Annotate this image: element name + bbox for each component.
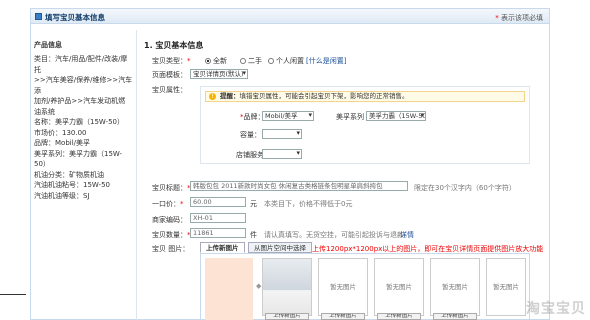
watermark: 淘宝宝贝	[526, 301, 586, 317]
radio-icon	[268, 58, 274, 64]
qty-label: 宝贝数量：*	[152, 231, 191, 239]
qty-input[interactable]: 11861	[190, 228, 246, 238]
sidebar-line: 名称：美孚力霸（15W-50）	[34, 118, 124, 126]
radio-icon	[240, 58, 246, 64]
product-info-sidebar: 产品信息 类目：汽车/用品/配件/改装/摩托 >>汽车美容/保养/维修>>汽车添…	[34, 40, 134, 201]
upload-button[interactable]: 上传新图片	[321, 313, 365, 320]
type-radio-used[interactable]: 二手	[240, 56, 262, 66]
image-thumb-2[interactable]: 暂无图片	[318, 258, 368, 316]
store-service-select[interactable]	[262, 149, 302, 159]
template-select[interactable]: 宝贝详情页(默认)	[190, 69, 248, 79]
series-label: 美孚系列	[336, 113, 364, 121]
qty-detail-link[interactable]: 详情	[400, 230, 414, 240]
type-radio-idle[interactable]: 个人闲置	[268, 56, 304, 66]
tab-upload-new[interactable]: 上传新图片	[200, 242, 245, 253]
edit-icon	[35, 13, 42, 20]
image-thumb-4[interactable]: 暂无图片	[430, 258, 480, 316]
series-select[interactable]: 美孚力霸（15W-50）	[366, 111, 426, 121]
main-image-preview	[205, 258, 253, 320]
capacity-select[interactable]	[262, 129, 302, 139]
price-input[interactable]: 60.00	[190, 197, 246, 207]
qty-hint: 请认真填写。无货空挂，可能引起投诉与退款。	[264, 231, 411, 239]
attr-tip: ! 提醒：填错宝贝属性，可能会引起宝贝下架，影响您的正常销售。	[205, 91, 525, 102]
title-input[interactable]: 韩版包包 2011新款时尚女包 休闲复古类格链条包明星单肩斜挎包	[190, 181, 408, 191]
title-label: 宝贝标题：*	[152, 184, 191, 192]
arrow-icon: ◆	[256, 282, 262, 290]
sidebar-line: 机油分类：矿物质机油	[34, 170, 104, 179]
sidebar-heading: 产品信息	[34, 41, 62, 49]
attr-label: 宝贝属性：	[152, 86, 187, 94]
template-label: 页面模板：	[152, 71, 187, 79]
image-thumb-1[interactable]	[262, 258, 312, 316]
required-note: * 表示该项必填	[495, 14, 543, 22]
sidebar-line: >>汽车美容/保养/维修>>汽车添	[34, 76, 133, 95]
divider	[136, 30, 137, 320]
price-unit: 元	[250, 200, 257, 208]
code-input[interactable]: XH-01	[190, 213, 246, 223]
radio-selected-icon	[205, 58, 211, 64]
upload-button[interactable]: 上传新图片	[433, 313, 477, 320]
sidebar-line: 类目：汽车/用品/配件/改装/摩托	[34, 55, 128, 74]
type-label: 宝贝类型：*	[152, 57, 191, 65]
capacity-label: 容量：	[240, 131, 261, 139]
sidebar-line: 加剂/养护品>>汽车发动机燃	[34, 97, 126, 105]
sidebar-line: 品牌：Mobil/美孚	[34, 139, 91, 147]
upload-button[interactable]: 上传新图片	[377, 313, 421, 320]
image-thumb-3[interactable]: 暂无图片	[374, 258, 424, 316]
images-label: 宝贝 图片：	[152, 245, 190, 253]
edge-line	[0, 294, 26, 295]
price-label: 一口价：*	[152, 200, 184, 208]
sidebar-line: 美孚系列：美孚力霸（15W-50）	[34, 149, 123, 169]
form-title: 填写宝贝基本信息	[45, 13, 105, 22]
sidebar-line: 市场价：130.00	[34, 128, 87, 137]
tab-image-space[interactable]: 从图片空间中选择	[248, 242, 312, 253]
qty-unit: 件	[250, 231, 257, 239]
idle-help-link[interactable]: [什么是闲置]	[306, 56, 346, 66]
price-hint: 本类目下，价格不得低于0元	[264, 200, 353, 208]
image-thumb-5[interactable]: 暂无图片	[486, 258, 526, 316]
info-icon: !	[209, 93, 216, 100]
section-title: 1. 宝贝基本信息	[144, 41, 204, 50]
code-label: 商家编码：	[152, 216, 187, 224]
upload-button[interactable]: 上传新图片	[265, 313, 309, 320]
type-radio-new[interactable]: 全新	[205, 56, 227, 66]
sidebar-line: 油系统	[34, 107, 55, 116]
sidebar-line: 汽油机油粘号：15W-50	[34, 181, 110, 189]
sidebar-line: 汽油机油等级：SJ	[34, 191, 90, 200]
brand-label: *Mobil/美孚品牌：	[240, 113, 265, 121]
form-header: 填写宝贝基本信息 * 表示该项必填	[30, 8, 550, 24]
title-hint: 限定在30个汉字内（60个字符）	[414, 184, 516, 192]
brand-select[interactable]: Mobil/美孚	[262, 111, 314, 121]
